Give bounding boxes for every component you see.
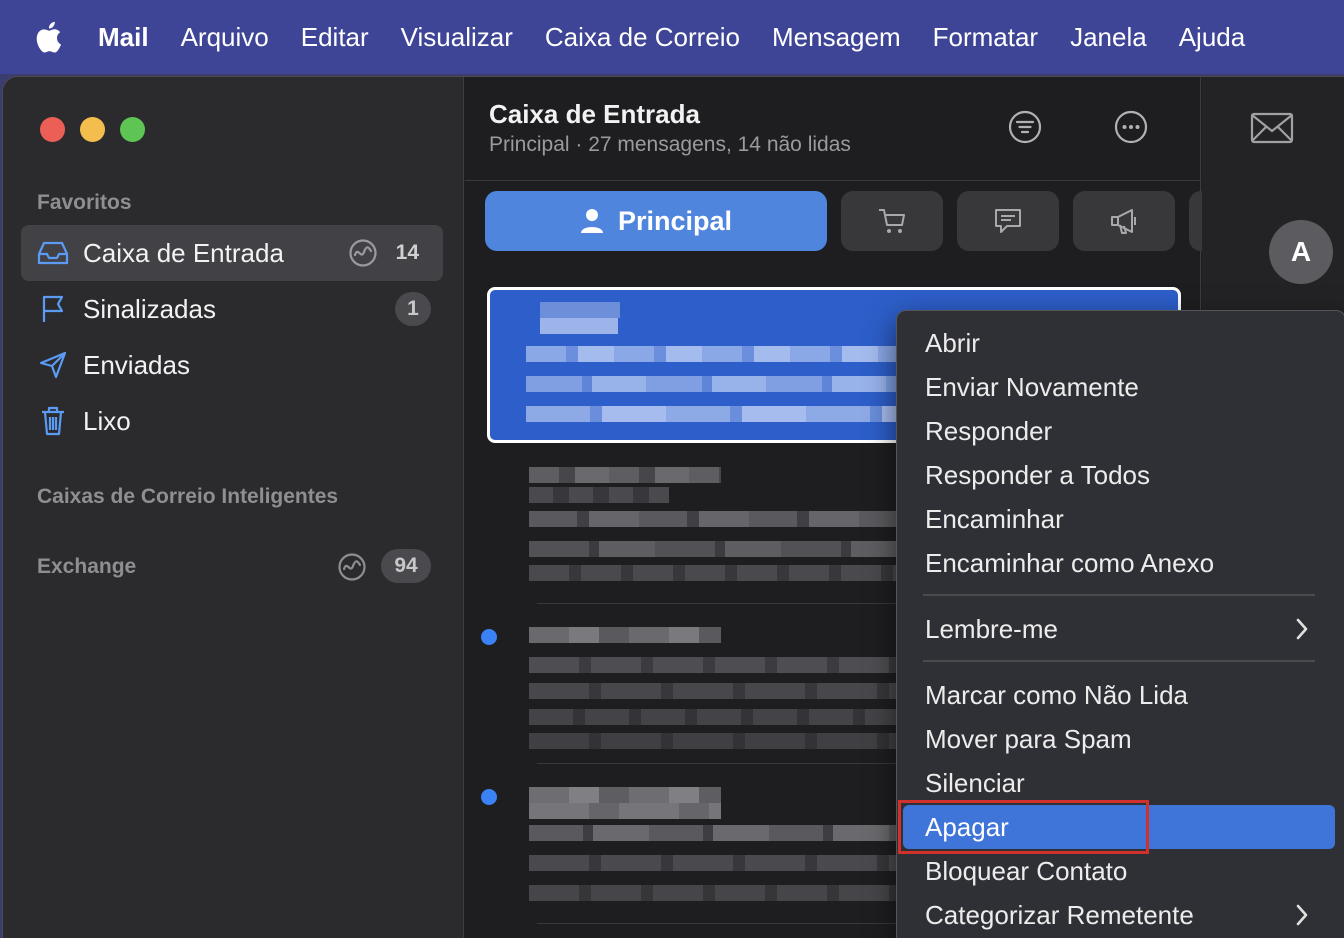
favorites-heading: Favoritos (37, 191, 132, 214)
menu-item-open[interactable]: Abrir (903, 321, 1335, 365)
menu-item-forward[interactable]: Encaminhar (903, 497, 1335, 541)
flag-icon (37, 293, 69, 325)
menu-item-move-spam[interactable]: Mover para Spam (903, 717, 1335, 761)
redacted-text (529, 825, 902, 841)
menu-item-mark-unread[interactable]: Marcar como Não Lida (903, 673, 1335, 717)
menu-ajuda[interactable]: Ajuda (1179, 22, 1246, 53)
redacted-text (529, 803, 721, 819)
tab-messages[interactable] (957, 191, 1059, 251)
menu-item-forward-attachment[interactable]: Encaminhar como Anexo (903, 541, 1335, 585)
mailbox-title: Caixa de Entrada (489, 99, 700, 129)
sidebar-item-flagged[interactable]: Sinalizadas 1 (21, 281, 443, 337)
redacted-text (529, 565, 902, 581)
smart-mailboxes-heading[interactable]: Caixas de Correio Inteligentes (37, 485, 338, 509)
window-controls (40, 117, 145, 142)
redacted-text (529, 487, 669, 503)
activity-icon (348, 238, 378, 268)
menu-bar: Mail Arquivo Editar Visualizar Caixa de … (0, 0, 1344, 74)
menu-item-reply[interactable]: Responder (903, 409, 1335, 453)
tab-primary[interactable]: Principal (485, 191, 827, 251)
redacted-text (529, 709, 902, 725)
redacted-text (529, 627, 721, 643)
menu-item-label: Lembre-me (925, 613, 1058, 644)
exchange-count: 94 (381, 549, 431, 583)
sidebar: Favoritos Caixa de Entrada 14 Sinalizada… (3, 77, 464, 938)
category-tabs: Principal (485, 191, 1219, 253)
list-header: Caixa de Entrada Principal · 27 mensagen… (465, 77, 1201, 181)
paperplane-icon (37, 349, 69, 381)
minimize-button[interactable] (80, 117, 105, 142)
tab-promotions[interactable] (1073, 191, 1175, 251)
menu-item-mute[interactable]: Silenciar (903, 761, 1335, 805)
redacted-text (526, 346, 901, 362)
menu-item-remind-me[interactable]: Lembre-me (903, 607, 1335, 651)
sidebar-item-sent[interactable]: Enviadas (21, 337, 443, 393)
redacted-text (526, 376, 901, 392)
menu-arquivo[interactable]: Arquivo (181, 22, 269, 53)
chat-bubble-icon (993, 207, 1023, 235)
annotation-highlight-box (898, 800, 1149, 854)
sidebar-item-label: Lixo (83, 405, 131, 436)
redacted-text (529, 885, 902, 901)
menu-formatar[interactable]: Formatar (933, 22, 1038, 53)
redacted-text (540, 318, 618, 334)
mailbox-subtitle: Principal · 27 mensagens, 14 não lidas (489, 133, 851, 156)
megaphone-icon (1108, 207, 1140, 235)
chevron-right-icon (1295, 617, 1309, 648)
inbox-icon (37, 237, 69, 269)
flagged-count: 1 (395, 292, 431, 326)
cart-icon (877, 207, 907, 235)
redacted-text (526, 406, 901, 422)
unread-count: 14 (395, 241, 419, 264)
menu-separator (923, 660, 1315, 662)
sidebar-item-trash[interactable]: Lixo (21, 393, 443, 449)
redacted-text (529, 733, 902, 749)
menu-janela[interactable]: Janela (1070, 22, 1147, 53)
redacted-text (529, 511, 902, 527)
menu-item-send-again[interactable]: Enviar Novamente (903, 365, 1335, 409)
apple-logo-icon[interactable] (34, 20, 64, 54)
avatar[interactable]: A (1269, 220, 1333, 284)
zoom-button[interactable] (120, 117, 145, 142)
redacted-text (529, 541, 902, 557)
menu-editar[interactable]: Editar (301, 22, 369, 53)
sidebar-item-label: Sinalizadas (83, 293, 216, 324)
tab-primary-label: Principal (617, 205, 733, 236)
tab-shopping[interactable] (841, 191, 943, 251)
person-icon (580, 208, 604, 234)
menu-caixa-de-correio[interactable]: Caixa de Correio (545, 22, 740, 53)
filter-icon[interactable] (1005, 107, 1045, 147)
menu-visualizar[interactable]: Visualizar (401, 22, 513, 53)
more-options-icon[interactable] (1111, 107, 1151, 147)
trash-icon (37, 405, 69, 437)
sidebar-item-inbox[interactable]: Caixa de Entrada 14 (21, 225, 443, 281)
close-button[interactable] (40, 117, 65, 142)
menu-item-label: Categorizar Remetente (925, 899, 1194, 930)
chevron-right-icon (1295, 903, 1309, 934)
menu-mensagem[interactable]: Mensagem (772, 22, 901, 53)
menu-item-block-contact[interactable]: Bloquear Contato (903, 849, 1335, 893)
redacted-text (540, 302, 620, 318)
menu-mail[interactable]: Mail (98, 22, 149, 53)
menu-separator (923, 594, 1315, 596)
sidebar-item-label: Caixa de Entrada (83, 237, 284, 268)
activity-icon (337, 552, 367, 582)
redacted-text (529, 467, 721, 483)
redacted-text (529, 855, 902, 871)
sidebar-item-label: Enviadas (83, 349, 190, 380)
menu-item-reply-all[interactable]: Responder a Todos (903, 453, 1335, 497)
redacted-text (529, 683, 902, 699)
exchange-heading[interactable]: Exchange (37, 555, 136, 579)
envelope-icon[interactable] (1250, 111, 1294, 145)
menu-item-categorize-sender[interactable]: Categorizar Remetente (903, 893, 1335, 937)
redacted-text (529, 657, 902, 673)
redacted-text (529, 787, 721, 803)
